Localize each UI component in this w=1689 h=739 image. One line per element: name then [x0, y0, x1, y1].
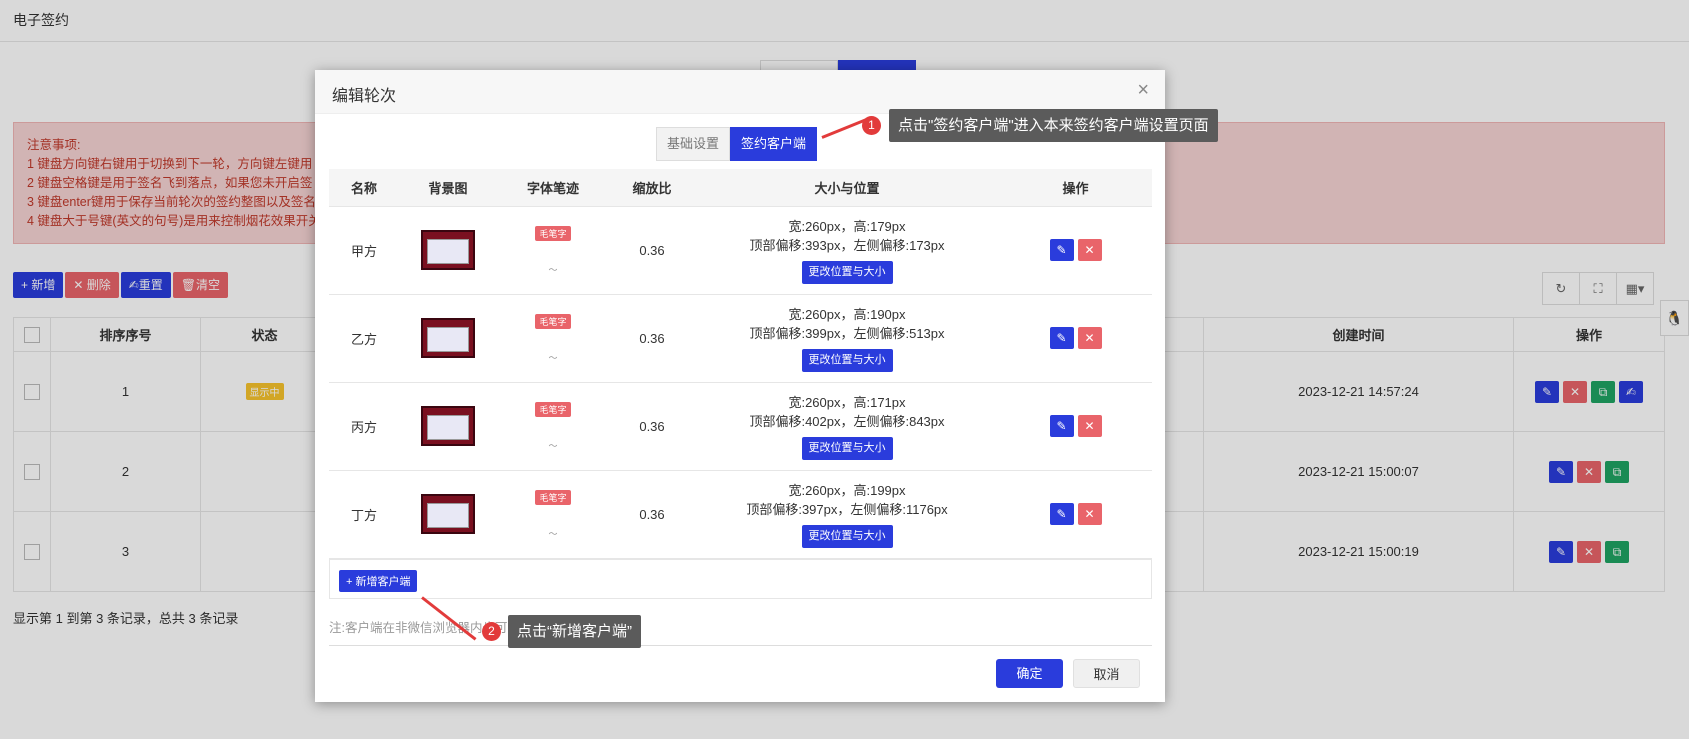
col-size-position: 大小与位置 — [695, 169, 999, 207]
signature-preview-icon: 〜 — [548, 352, 558, 363]
client-row: 甲方 毛笔字〜 0.36 宽:260px，高:179px 顶部偏移:393px，左… — [329, 206, 1152, 295]
client-table: 名称 背景图 字体笔迹 缩放比 大小与位置 操作 甲方 毛笔字〜 0.36 宽:… — [329, 169, 1152, 559]
change-position-button[interactable]: 更改位置与大小 — [801, 436, 893, 460]
edit-icon[interactable]: ✎ — [1049, 415, 1074, 437]
offset-text: 顶部偏移:393px，左侧偏移:173px — [749, 237, 945, 253]
delete-icon[interactable]: ✕ — [1077, 503, 1102, 525]
client-name: 甲方 — [329, 206, 399, 295]
change-position-button[interactable]: 更改位置与大小 — [801, 260, 893, 284]
bg-cell — [399, 470, 497, 559]
col-actions: 操作 — [999, 169, 1152, 207]
cancel-button[interactable]: 取消 — [1073, 659, 1140, 688]
col-name: 名称 — [329, 169, 399, 207]
change-position-button[interactable]: 更改位置与大小 — [801, 348, 893, 372]
scale-cell: 0.36 — [609, 382, 695, 471]
scale-cell: 0.36 — [609, 206, 695, 295]
position-cell: 宽:260px，高:171px 顶部偏移:402px，左侧偏移:843px 更改位置… — [695, 382, 999, 471]
add-client-button[interactable]: + 新增客户端 — [339, 570, 418, 592]
client-row: 乙方 毛笔字〜 0.36 宽:260px，高:190px 顶部偏移:399px，左… — [329, 294, 1152, 383]
col-background: 背景图 — [399, 169, 497, 207]
position-cell: 宽:260px，高:190px 顶部偏移:399px，左侧偏移:513px 更改位置… — [695, 294, 999, 383]
position-cell: 宽:260px，高:179px 顶部偏移:393px，左侧偏移:173px 更改位置… — [695, 206, 999, 295]
dialog-header: 编辑轮次 × — [315, 70, 1165, 114]
client-name: 丁方 — [329, 470, 399, 559]
client-table-header: 名称 背景图 字体笔迹 缩放比 大小与位置 操作 — [329, 169, 1152, 207]
offset-text: 顶部偏移:402px，左侧偏移:843px — [749, 413, 945, 429]
edit-icon[interactable]: ✎ — [1049, 503, 1074, 525]
bg-cell — [399, 206, 497, 295]
row-actions: ✎ ✕ — [999, 470, 1152, 559]
client-name: 乙方 — [329, 294, 399, 383]
change-position-button[interactable]: 更改位置与大小 — [801, 524, 893, 548]
background-thumbnail[interactable] — [421, 318, 475, 358]
offset-text: 顶部偏移:399px，左侧偏移:513px — [749, 325, 945, 341]
size-text: 宽:260px，高:171px — [788, 394, 906, 410]
font-cell: 毛笔字〜 — [497, 294, 609, 383]
callout-1: 点击"签约客户端"进入本来签约客户端设置页面 — [889, 109, 1218, 142]
row-actions: ✎ ✕ — [999, 206, 1152, 295]
background-thumbnail[interactable] — [421, 494, 475, 534]
size-text: 宽:260px，高:190px — [788, 306, 906, 322]
font-cell: 毛笔字〜 — [497, 470, 609, 559]
client-row: 丙方 毛笔字〜 0.36 宽:260px，高:171px 顶部偏移:402px，左… — [329, 382, 1152, 471]
dialog-title: 编辑轮次 — [332, 88, 397, 105]
bg-cell — [399, 382, 497, 471]
scale-cell: 0.36 — [609, 294, 695, 383]
add-client-area: + 新增客户端 — [329, 559, 1152, 599]
client-row: 丁方 毛笔字〜 0.36 宽:260px，高:199px 顶部偏移:397px，左… — [329, 470, 1152, 559]
signature-preview-icon: 〜 — [548, 440, 558, 451]
background-thumbnail[interactable] — [421, 230, 475, 270]
signature-preview-icon: 〜 — [548, 528, 558, 539]
bg-cell — [399, 294, 497, 383]
footer-divider — [329, 645, 1152, 646]
callout-2-marker: 2 — [482, 622, 501, 641]
edit-round-dialog: 编辑轮次 × 基础设置 签约客户端 名称 背景图 字体笔迹 缩放比 大小与位置 操… — [315, 70, 1165, 702]
background-thumbnail[interactable] — [421, 406, 475, 446]
tab-sign-client[interactable]: 签约客户端 — [730, 127, 818, 161]
font-tag: 毛笔字 — [535, 401, 571, 417]
delete-icon[interactable]: ✕ — [1077, 239, 1102, 261]
col-font: 字体笔迹 — [497, 169, 609, 207]
dialog-tabs: 基础设置 签约客户端 — [656, 127, 818, 161]
font-tag: 毛笔字 — [535, 313, 571, 329]
confirm-button[interactable]: 确定 — [996, 659, 1063, 688]
close-icon[interactable]: × — [1137, 79, 1149, 102]
row-actions: ✎ ✕ — [999, 382, 1152, 471]
size-text: 宽:260px，高:179px — [788, 218, 906, 234]
position-cell: 宽:260px，高:199px 顶部偏移:397px，左侧偏移:1176px 更改位… — [695, 470, 999, 559]
delete-icon[interactable]: ✕ — [1077, 327, 1102, 349]
edit-icon[interactable]: ✎ — [1049, 239, 1074, 261]
callout-2: 点击“新增客户端” — [508, 615, 641, 648]
client-name: 丙方 — [329, 382, 399, 471]
size-text: 宽:260px，高:199px — [788, 482, 906, 498]
callout-1-marker: 1 — [862, 116, 881, 135]
page: 电子签约 注意事项: 1 键盘方向键右键用于切换到下一轮，方向键左键用 2 键盘… — [0, 0, 1689, 739]
offset-text: 顶部偏移:397px，左侧偏移:1176px — [746, 501, 948, 517]
font-cell: 毛笔字〜 — [497, 382, 609, 471]
font-cell: 毛笔字〜 — [497, 206, 609, 295]
col-scale: 缩放比 — [609, 169, 695, 207]
row-actions: ✎ ✕ — [999, 294, 1152, 383]
tab-basic-settings[interactable]: 基础设置 — [656, 127, 731, 161]
scale-cell: 0.36 — [609, 470, 695, 559]
edit-icon[interactable]: ✎ — [1049, 327, 1074, 349]
font-tag: 毛笔字 — [535, 225, 571, 241]
font-tag: 毛笔字 — [535, 489, 571, 505]
signature-preview-icon: 〜 — [548, 264, 558, 275]
delete-icon[interactable]: ✕ — [1077, 415, 1102, 437]
